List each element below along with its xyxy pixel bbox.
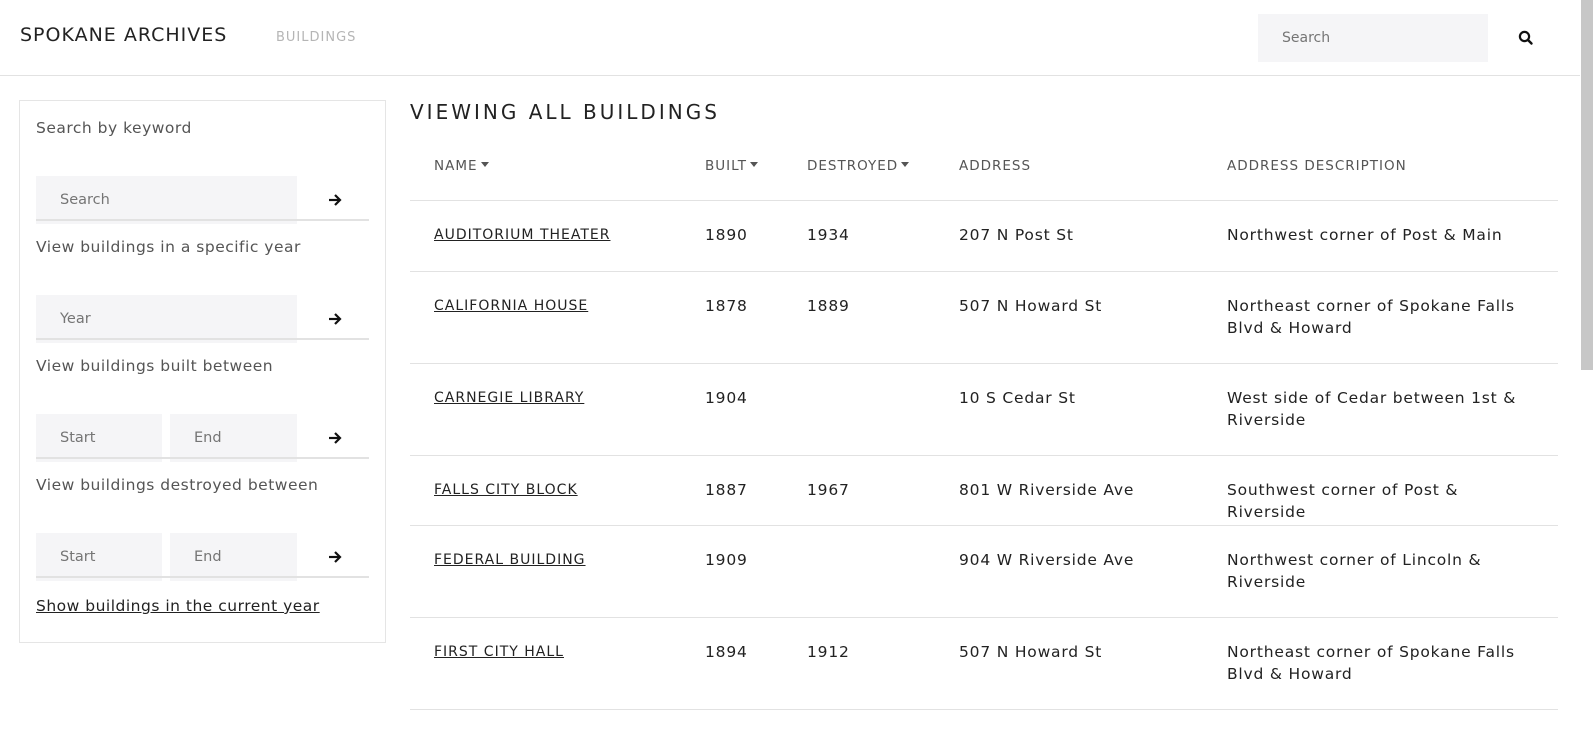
built-end-input[interactable] xyxy=(170,414,297,462)
building-name-link[interactable]: FIRST CITY HALL xyxy=(434,641,564,663)
destroyed-year: 1889 xyxy=(807,297,850,315)
column-header-destroyed-label: DESTROYED xyxy=(807,158,899,174)
arrow-right-icon[interactable] xyxy=(326,429,344,447)
column-header-name[interactable]: NAME xyxy=(434,158,489,174)
arrow-right-icon[interactable] xyxy=(326,548,344,566)
column-header-destroyed[interactable]: DESTROYED xyxy=(807,158,910,174)
destroyed-year: 1967 xyxy=(807,481,850,499)
address: 904 W Riverside Ave xyxy=(959,551,1135,569)
destroyed-between-label: View buildings destroyed between xyxy=(36,476,319,494)
keyword-filter: Search by keyword xyxy=(36,119,369,224)
keyword-search-input[interactable] xyxy=(36,176,297,224)
buildings-table: NAME BUILT DESTROYED ADDRESS ADDRESS DES… xyxy=(410,140,1558,710)
year-filter-label: View buildings in a specific year xyxy=(36,238,301,256)
scrollbar-thumb[interactable] xyxy=(1581,0,1593,370)
built-year: 1878 xyxy=(705,297,748,315)
sort-caret-icon xyxy=(750,162,759,167)
sidebar-divider xyxy=(36,219,369,221)
nav-link-buildings[interactable]: BUILDINGS xyxy=(276,30,356,45)
built-year: 1894 xyxy=(705,643,748,661)
arrow-right-icon[interactable] xyxy=(326,191,344,209)
destroyed-year: 1934 xyxy=(807,226,850,244)
table-row: FIRST CITY HALL 1894 1912 507 N Howard S… xyxy=(410,618,1558,710)
header-search-input[interactable] xyxy=(1258,14,1488,62)
building-name-link[interactable]: FEDERAL BUILDING xyxy=(434,549,586,571)
table-header: NAME BUILT DESTROYED ADDRESS ADDRESS DES… xyxy=(410,140,1558,201)
address: 507 N Howard St xyxy=(959,643,1103,661)
table-row: CALIFORNIA HOUSE 1878 1889 507 N Howard … xyxy=(410,272,1558,364)
table-row: FALLS CITY BLOCK 1887 1967 801 W Riversi… xyxy=(410,456,1558,526)
search-icon[interactable] xyxy=(1516,28,1536,48)
building-name-link[interactable]: CARNEGIE LIBRARY xyxy=(434,387,584,409)
destroyed-year: 1912 xyxy=(807,643,850,661)
building-name-link[interactable]: AUDITORIUM THEATER xyxy=(434,224,610,246)
built-start-input[interactable] xyxy=(36,414,162,462)
destroyed-between-filter: View buildings destroyed between xyxy=(36,476,369,581)
address-description: Southwest corner of Post & Riverside xyxy=(1227,481,1459,521)
built-between-filter: View buildings built between xyxy=(36,357,369,462)
sidebar-divider xyxy=(36,457,369,459)
building-name-link[interactable]: CALIFORNIA HOUSE xyxy=(434,295,588,317)
address: 507 N Howard St xyxy=(959,297,1103,315)
table-row: AUDITORIUM THEATER 1890 1934 207 N Post … xyxy=(410,201,1558,272)
address: 207 N Post St xyxy=(959,226,1074,244)
sort-caret-icon xyxy=(480,162,489,167)
destroyed-end-input[interactable] xyxy=(170,533,297,581)
address-description: Northeast corner of Spokane Falls Blvd &… xyxy=(1227,297,1515,337)
site-brand[interactable]: SPOKANE ARCHIVES xyxy=(20,24,227,46)
building-name-link[interactable]: FALLS CITY BLOCK xyxy=(434,479,578,501)
built-year: 1909 xyxy=(705,551,748,569)
filter-sidebar: Search by keyword View buildings in a sp… xyxy=(19,100,386,643)
address: 801 W Riverside Ave xyxy=(959,481,1135,499)
address-description: Northeast corner of Spokane Falls Blvd &… xyxy=(1227,643,1515,683)
arrow-right-icon[interactable] xyxy=(326,310,344,328)
table-row: CARNEGIE LIBRARY 1904 10 S Cedar St West… xyxy=(410,364,1558,456)
column-header-description: ADDRESS DESCRIPTION xyxy=(1227,158,1407,174)
table-row: FEDERAL BUILDING 1909 904 W Riverside Av… xyxy=(410,526,1558,618)
sort-caret-icon xyxy=(901,162,910,167)
column-header-built[interactable]: BUILT xyxy=(705,158,759,174)
keyword-filter-label: Search by keyword xyxy=(36,119,192,137)
built-between-label: View buildings built between xyxy=(36,357,274,375)
sidebar-divider xyxy=(36,576,369,578)
column-header-address: ADDRESS xyxy=(959,158,1032,174)
built-year: 1887 xyxy=(705,481,748,499)
sidebar-divider xyxy=(36,338,369,340)
built-year: 1904 xyxy=(705,389,748,407)
address-description: Northwest corner of Post & Main xyxy=(1227,226,1503,244)
year-filter: View buildings in a specific year xyxy=(36,238,369,343)
built-year: 1890 xyxy=(705,226,748,244)
column-header-built-label: BUILT xyxy=(705,158,748,174)
page-title: VIEWING ALL BUILDINGS xyxy=(410,100,720,124)
address-description: West side of Cedar between 1st & Riversi… xyxy=(1227,389,1517,429)
address-description: Northwest corner of Lincoln & Riverside xyxy=(1227,551,1482,591)
address: 10 S Cedar St xyxy=(959,389,1076,407)
year-input[interactable] xyxy=(36,295,297,343)
destroyed-start-input[interactable] xyxy=(36,533,162,581)
top-navbar: SPOKANE ARCHIVES BUILDINGS xyxy=(0,0,1580,76)
current-year-link[interactable]: Show buildings in the current year xyxy=(36,597,320,615)
column-header-name-label: NAME xyxy=(434,158,478,174)
